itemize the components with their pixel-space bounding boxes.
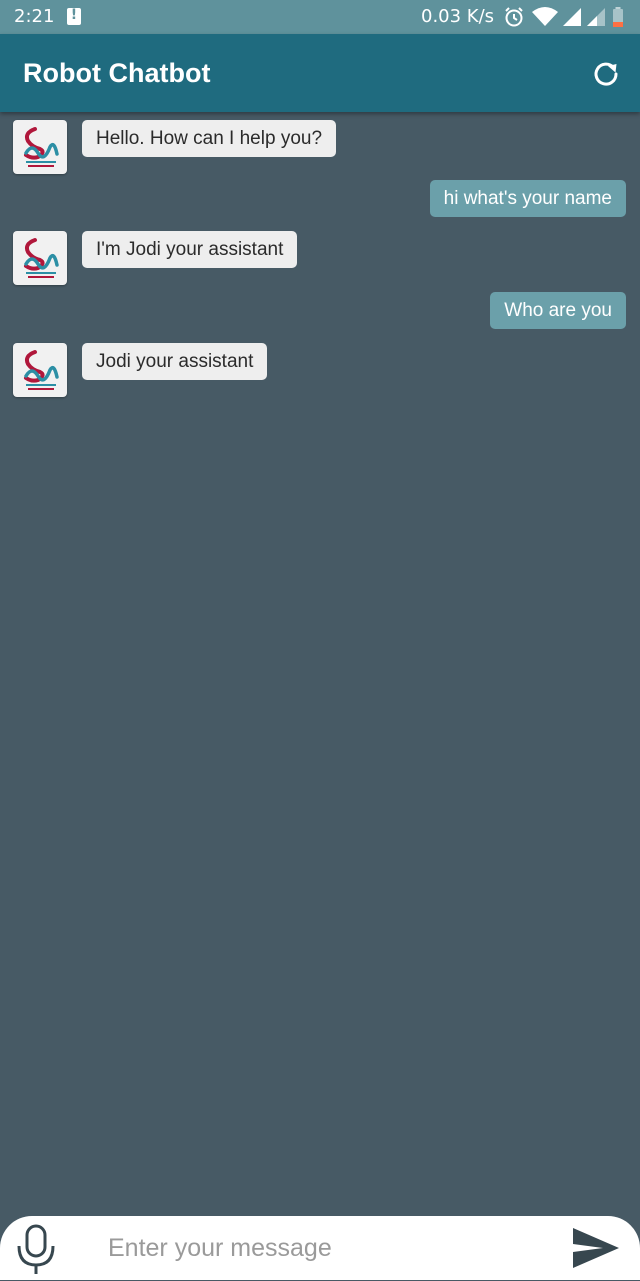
smart-methods-logo-icon: [24, 350, 59, 390]
cell-signal-icon: [563, 8, 581, 26]
bot-avatar: [13, 343, 67, 397]
message-input-bar: [0, 1216, 640, 1280]
network-speed: 0.03 K/s: [421, 6, 495, 27]
alert-icon: [67, 7, 81, 25]
status-bar: 2:21 0.03 K/s: [0, 0, 640, 34]
microphone-icon: [17, 1224, 55, 1274]
app-bar: Robot Chatbot: [0, 34, 640, 112]
app-title: Robot Chatbot: [23, 58, 211, 88]
microphone-button[interactable]: [14, 1222, 58, 1276]
cell-signal-weak-icon: [587, 8, 605, 26]
bot-message: I'm Jodi your assistant: [82, 231, 298, 268]
wifi-icon: [532, 7, 558, 26]
smart-methods-logo-icon: [24, 127, 59, 167]
message-input[interactable]: [100, 1226, 556, 1270]
battery-icon: [613, 7, 623, 27]
user-message: Who are you: [490, 292, 626, 329]
refresh-icon: [594, 62, 618, 86]
chat-area[interactable]: Hello. How can I help you? hi what's you…: [0, 112, 640, 1212]
bot-avatar: [13, 120, 67, 174]
bot-message: Hello. How can I help you?: [82, 120, 337, 157]
smart-methods-logo-icon: [24, 238, 59, 278]
send-button[interactable]: [570, 1224, 622, 1272]
refresh-button[interactable]: [588, 56, 624, 92]
bot-message: Jodi your assistant: [82, 343, 268, 380]
send-icon: [573, 1228, 619, 1268]
alarm-clock-icon: [505, 7, 523, 27]
user-message: hi what's your name: [429, 180, 626, 217]
bot-avatar: [13, 231, 67, 285]
status-time: 2:21: [14, 6, 55, 27]
